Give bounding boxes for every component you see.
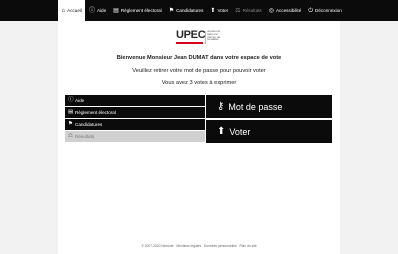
nav-item-resultats: ⚖ Résultats <box>232 0 266 21</box>
nav-label: Règlement électoral <box>120 8 162 13</box>
results-icon: ⚖ <box>235 7 241 14</box>
menu-label: Résultats <box>75 134 95 139</box>
menu-item-resultats: ⚖ Résultats <box>65 131 205 142</box>
help-icon: ⓘ <box>68 96 74 103</box>
accessibility-icon: ◎ <box>268 7 274 14</box>
nav-label: Accessibilité <box>275 8 302 13</box>
people-icon: ⚑ <box>168 7 175 14</box>
nav-item-deconnexion[interactable]: ⏻ Déconnexion <box>305 0 346 21</box>
main-content: UPEC UNIVERSITÉ PARIS-EST CRÉTEIL VAL DE… <box>58 21 340 254</box>
nav-label: Voter <box>217 8 229 13</box>
document-icon: ▤ <box>113 7 119 14</box>
logo-subtitle: UNIVERSITÉ PARIS-EST CRÉTEIL VAL DE MARN… <box>207 31 221 42</box>
footer-link-legal[interactable]: Mentions légales <box>176 244 201 248</box>
nav-label: Déconnexion <box>315 8 342 13</box>
menu-label: Règlement électoral <box>75 110 116 115</box>
key-icon: ⚷ <box>217 100 225 112</box>
nav-label: Résultats <box>242 8 262 13</box>
nav-item-reglement[interactable]: ▤ Règlement électoral <box>110 0 166 21</box>
results-icon: ⚖ <box>68 132 73 139</box>
footer-link-sitemap[interactable]: Plan du site <box>239 244 256 248</box>
vote-icon: ⬆ <box>217 125 226 137</box>
logo-divider <box>205 31 206 44</box>
menu-label: Aide <box>75 98 85 103</box>
people-icon: ⚑ <box>68 120 73 127</box>
password-instruction: Veuillez retirer votre mot de passe pour… <box>132 68 266 74</box>
nav-label: Accueil <box>67 8 82 13</box>
side-menu: ⓘ Aide ▤ Règlement électoral ⚑ Candidatu… <box>65 95 205 143</box>
menu-label: Candidatures <box>75 122 103 127</box>
logout-icon: ⏻ <box>308 7 313 14</box>
welcome-message: Bienvenue Monsieur Jean DUMAT dans votre… <box>116 55 282 61</box>
nav-item-accessibilite[interactable]: ◎ Accessibilité <box>265 0 305 21</box>
password-button-label: Mot de passe <box>228 101 283 112</box>
footer-copyright: © 2007-2020 Neovote <box>141 244 174 248</box>
nav-label: Aide <box>96 8 107 13</box>
nav-item-accueil[interactable]: ⌂ Accueil <box>58 0 86 21</box>
password-button[interactable]: ⚷ Mot de passe <box>206 95 332 118</box>
top-navbar: ⌂ Accueil ⓘ Aide ▤ Règlement électoral ⚑… <box>0 0 398 21</box>
nav-item-candidatures[interactable]: ⚑ Candidatures <box>165 0 207 21</box>
menu-item-aide[interactable]: ⓘ Aide <box>65 95 205 106</box>
vote-icon: ⬆ <box>210 7 216 14</box>
menu-item-candidatures[interactable]: ⚑ Candidatures <box>65 119 205 130</box>
logo-mark: UPEC <box>176 29 206 41</box>
vote-button[interactable]: ⬆ Voter <box>206 120 332 143</box>
home-icon: ⌂ <box>61 7 66 14</box>
document-icon: ▤ <box>68 108 74 115</box>
menu-item-reglement[interactable]: ▤ Règlement électoral <box>65 107 205 118</box>
logo-accent-bar <box>176 42 203 44</box>
help-icon: ⓘ <box>88 7 95 14</box>
votes-remaining: Vous avez 3 votes à exprimer <box>161 80 237 86</box>
footer-link-privacy[interactable]: Données personnelles <box>204 244 237 248</box>
footer: © 2007-2020 Neovote Mentions légales Don… <box>58 244 340 248</box>
nav-items: ⌂ Accueil ⓘ Aide ▤ Règlement électoral ⚑… <box>58 0 345 21</box>
nav-item-voter[interactable]: ⬆ Voter <box>207 0 232 21</box>
vote-button-label: Voter <box>229 126 251 137</box>
nav-item-aide[interactable]: ⓘ Aide <box>85 0 109 21</box>
upec-logo: UPEC UNIVERSITÉ PARIS-EST CRÉTEIL VAL DE… <box>176 30 224 47</box>
nav-label: Candidatures <box>176 8 204 13</box>
